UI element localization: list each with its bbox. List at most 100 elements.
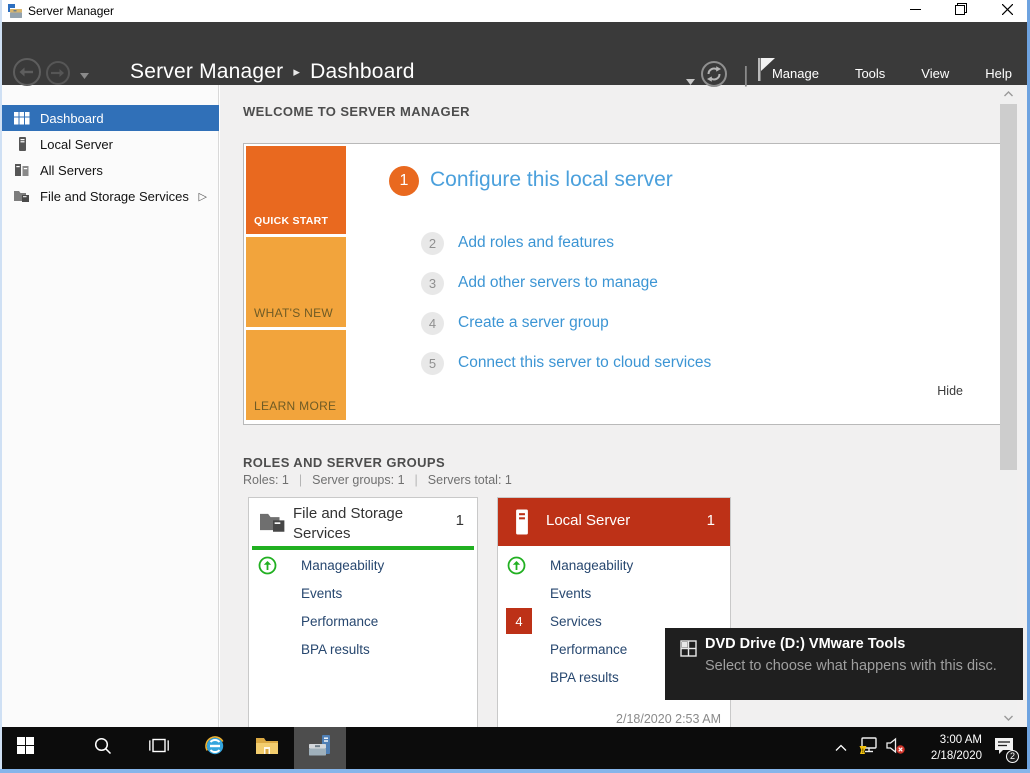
taskbar-clock[interactable]: 3:00 AM 2/18/2020 [910, 732, 982, 764]
action-center-button[interactable]: 2 [986, 727, 1022, 769]
menu-view[interactable]: View [921, 66, 949, 81]
maximize-button[interactable] [938, 0, 984, 22]
server-icon [14, 136, 30, 152]
scroll-up-button[interactable] [1000, 85, 1017, 103]
sidebar-item-label: File and Storage Services [40, 188, 189, 204]
menu-manage[interactable]: Manage [772, 66, 819, 81]
tile-timestamp: 2/18/2020 2:53 AM [616, 712, 721, 726]
close-button[interactable] [984, 0, 1030, 22]
search-button[interactable] [80, 727, 126, 769]
sidebar: Dashboard Local Server All Servers File … [0, 85, 219, 727]
navbar-separator: | [743, 62, 749, 87]
forward-button[interactable] [45, 60, 71, 88]
minimize-button[interactable] [892, 0, 938, 22]
speaker-muted-icon [886, 737, 906, 760]
refresh-dropdown-caret[interactable] [686, 72, 695, 90]
row-manageability[interactable]: Manageability [249, 556, 477, 580]
history-dropdown-caret[interactable] [80, 71, 89, 82]
row-events[interactable]: Events [498, 584, 730, 608]
sidebar-item-label: Local Server [40, 136, 113, 152]
step-5-number: 5 [421, 352, 444, 375]
server-manager-taskbar-button[interactable] [294, 727, 346, 769]
clock-date: 2/18/2020 [930, 750, 982, 763]
svg-text:!: ! [862, 748, 864, 754]
status-accent-bar [252, 546, 474, 550]
toast-body: Select to choose what happens with this … [705, 658, 997, 674]
sidebar-item-dashboard[interactable]: Dashboard [0, 105, 219, 131]
link-add-roles-features[interactable]: Add roles and features [458, 234, 614, 252]
folder-stack-icon [14, 188, 30, 204]
back-button[interactable] [12, 57, 42, 89]
search-icon [94, 737, 112, 760]
scroll-down-button[interactable] [1000, 709, 1017, 727]
toast-title: DVD Drive (D:) VMware Tools [705, 636, 906, 652]
server-icon [513, 508, 531, 541]
link-create-server-group[interactable]: Create a server group [458, 314, 609, 332]
status-up-icon [258, 556, 277, 580]
link-connect-cloud-services[interactable]: Connect this server to cloud services [458, 354, 711, 372]
tray-expand-button[interactable] [828, 727, 854, 769]
row-label: Manageability [550, 558, 634, 573]
breadcrumb-current[interactable]: Dashboard [310, 60, 415, 83]
tab-learn-more[interactable]: LEARN MORE [246, 330, 346, 420]
autoplay-window-icon [680, 640, 697, 662]
menu-help[interactable]: Help [985, 66, 1012, 81]
link-configure-local-server[interactable]: Configure this local server [430, 168, 673, 192]
breadcrumb: Server Manager ▸ Dashboard [130, 60, 415, 84]
navigation-bar: Server Manager ▸ Dashboard | Manage Tools … [0, 22, 1030, 88]
minimize-icon [909, 2, 921, 20]
row-events[interactable]: Events [249, 584, 477, 608]
start-button[interactable] [2, 727, 48, 769]
sidebar-item-file-storage-services[interactable]: File and Storage Services ▷ [0, 183, 219, 209]
row-label: Performance [301, 614, 379, 629]
status-up-icon [507, 556, 526, 580]
refresh-button[interactable] [700, 60, 728, 90]
network-status-button[interactable]: ! [854, 727, 882, 769]
tab-label: QUICK START [254, 215, 329, 227]
file-explorer-button[interactable] [244, 727, 290, 769]
server-manager-icon [307, 733, 333, 764]
link-add-other-servers[interactable]: Add other servers to manage [458, 274, 658, 292]
tab-quick-start[interactable]: QUICK START [246, 146, 346, 234]
row-label: BPA results [550, 670, 619, 685]
hide-link[interactable]: Hide [937, 384, 963, 398]
menu-tools[interactable]: Tools [855, 66, 885, 81]
volume-button[interactable] [882, 727, 910, 769]
stat-servers-total: Servers total: 1 [427, 473, 512, 487]
chevron-up-icon [835, 739, 847, 757]
sidebar-item-label: All Servers [40, 162, 103, 178]
vm-border-left [0, 0, 2, 773]
tile-header[interactable]: Local Server 1 [498, 498, 730, 546]
stat-server-groups: Server groups: 1 [312, 473, 405, 487]
expand-chevron-icon[interactable]: ▷ [199, 190, 207, 203]
sidebar-item-all-servers[interactable]: All Servers [0, 157, 219, 183]
tile-count: 1 [455, 512, 464, 529]
internet-explorer-button[interactable] [192, 727, 238, 769]
taskbar: ! 3:00 AM 2/18/2020 2 [0, 727, 1030, 769]
tab-label: WHAT'S NEW [254, 306, 334, 320]
action-center-icon: 2 [993, 737, 1019, 763]
breadcrumb-root[interactable]: Server Manager [130, 60, 283, 83]
dashboard-grid-icon [14, 110, 30, 126]
step-1-number: 1 [389, 166, 419, 196]
row-label: Events [550, 586, 592, 601]
row-performance[interactable]: Performance [249, 612, 477, 636]
menu-bar: Manage Tools View Help [772, 66, 1012, 81]
close-icon [1001, 2, 1013, 20]
tab-whats-new[interactable]: WHAT'S NEW [246, 237, 346, 327]
row-label: Services [550, 614, 602, 629]
servers-icon [14, 162, 30, 178]
sidebar-item-local-server[interactable]: Local Server [0, 131, 219, 157]
restore-icon [955, 2, 967, 20]
row-manageability[interactable]: Manageability [498, 556, 730, 580]
tile-header[interactable]: File and Storage Services 1 [249, 498, 477, 546]
row-bpa-results[interactable]: BPA results [249, 640, 477, 664]
task-view-icon [149, 738, 169, 758]
task-view-button[interactable] [136, 727, 182, 769]
welcome-panel: QUICK START WHAT'S NEW LEARN MORE 1 Conf… [243, 143, 1002, 425]
vm-border-bottom [0, 769, 1030, 773]
step-3-number: 3 [421, 272, 444, 295]
autoplay-toast-notification[interactable]: DVD Drive (D:) VMware Tools Select to ch… [665, 628, 1023, 700]
scrollbar-thumb[interactable] [1000, 104, 1017, 470]
file-explorer-icon [255, 736, 279, 761]
